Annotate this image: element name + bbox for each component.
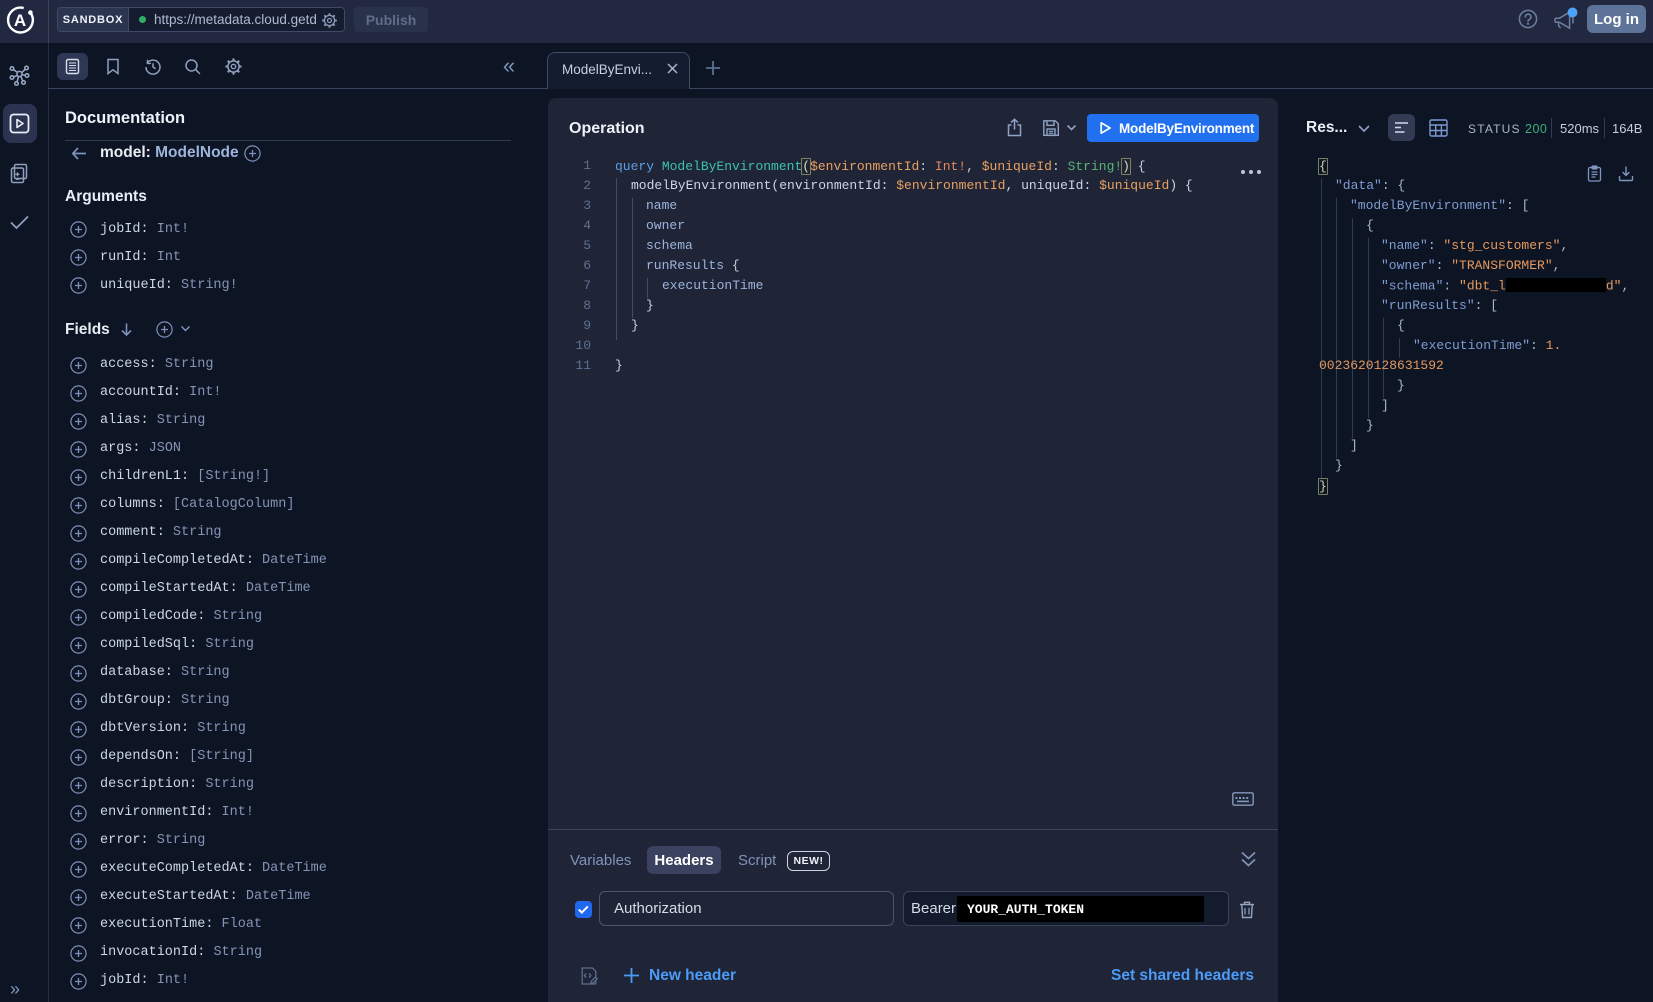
svg-text:A: A	[14, 11, 26, 30]
